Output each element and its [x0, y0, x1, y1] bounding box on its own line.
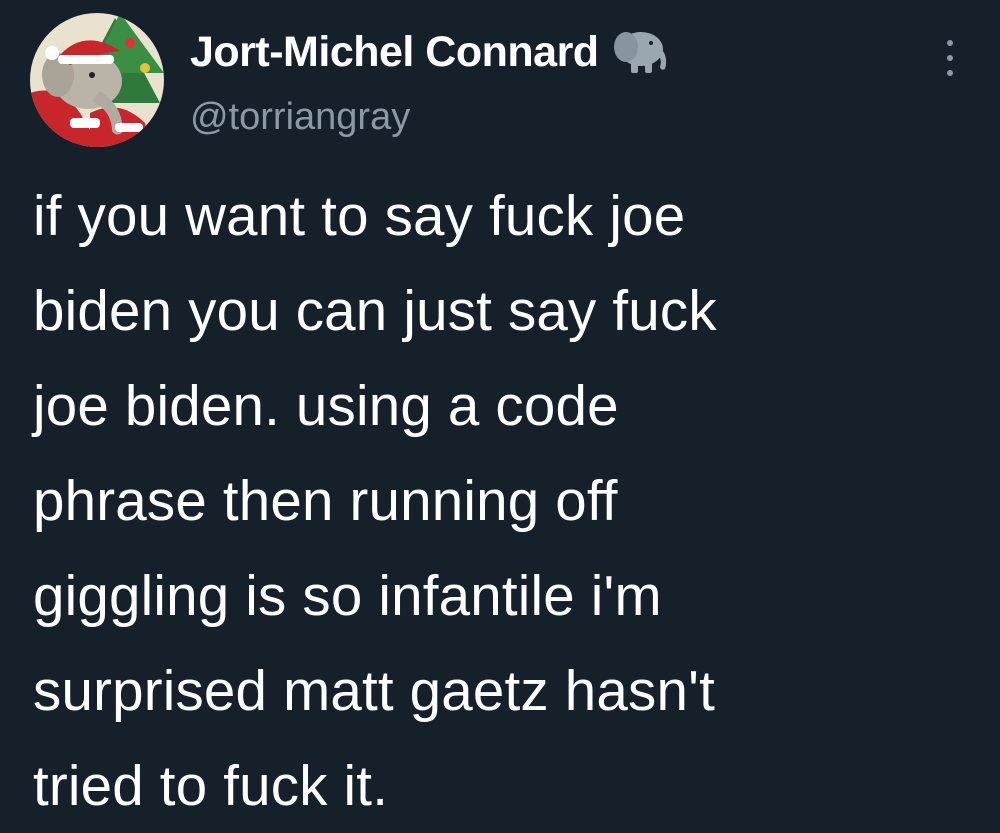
- handle[interactable]: @torriangray: [190, 96, 671, 139]
- more-options-button[interactable]: [935, 38, 965, 78]
- elephant-icon: [613, 32, 666, 73]
- tweet-text: if you want to say fuck joe biden you ca…: [33, 184, 717, 817]
- display-name[interactable]: Jort-Michel Connard: [190, 28, 599, 77]
- avatar[interactable]: [30, 13, 164, 147]
- author-info: Jort-Michel Connard @torriangray: [190, 22, 671, 139]
- elephant-santa-avatar-icon: [30, 13, 164, 147]
- name-row: Jort-Michel Connard: [190, 22, 671, 82]
- tweet-card: Jort-Michel Connard @torriangray if you …: [0, 0, 1000, 826]
